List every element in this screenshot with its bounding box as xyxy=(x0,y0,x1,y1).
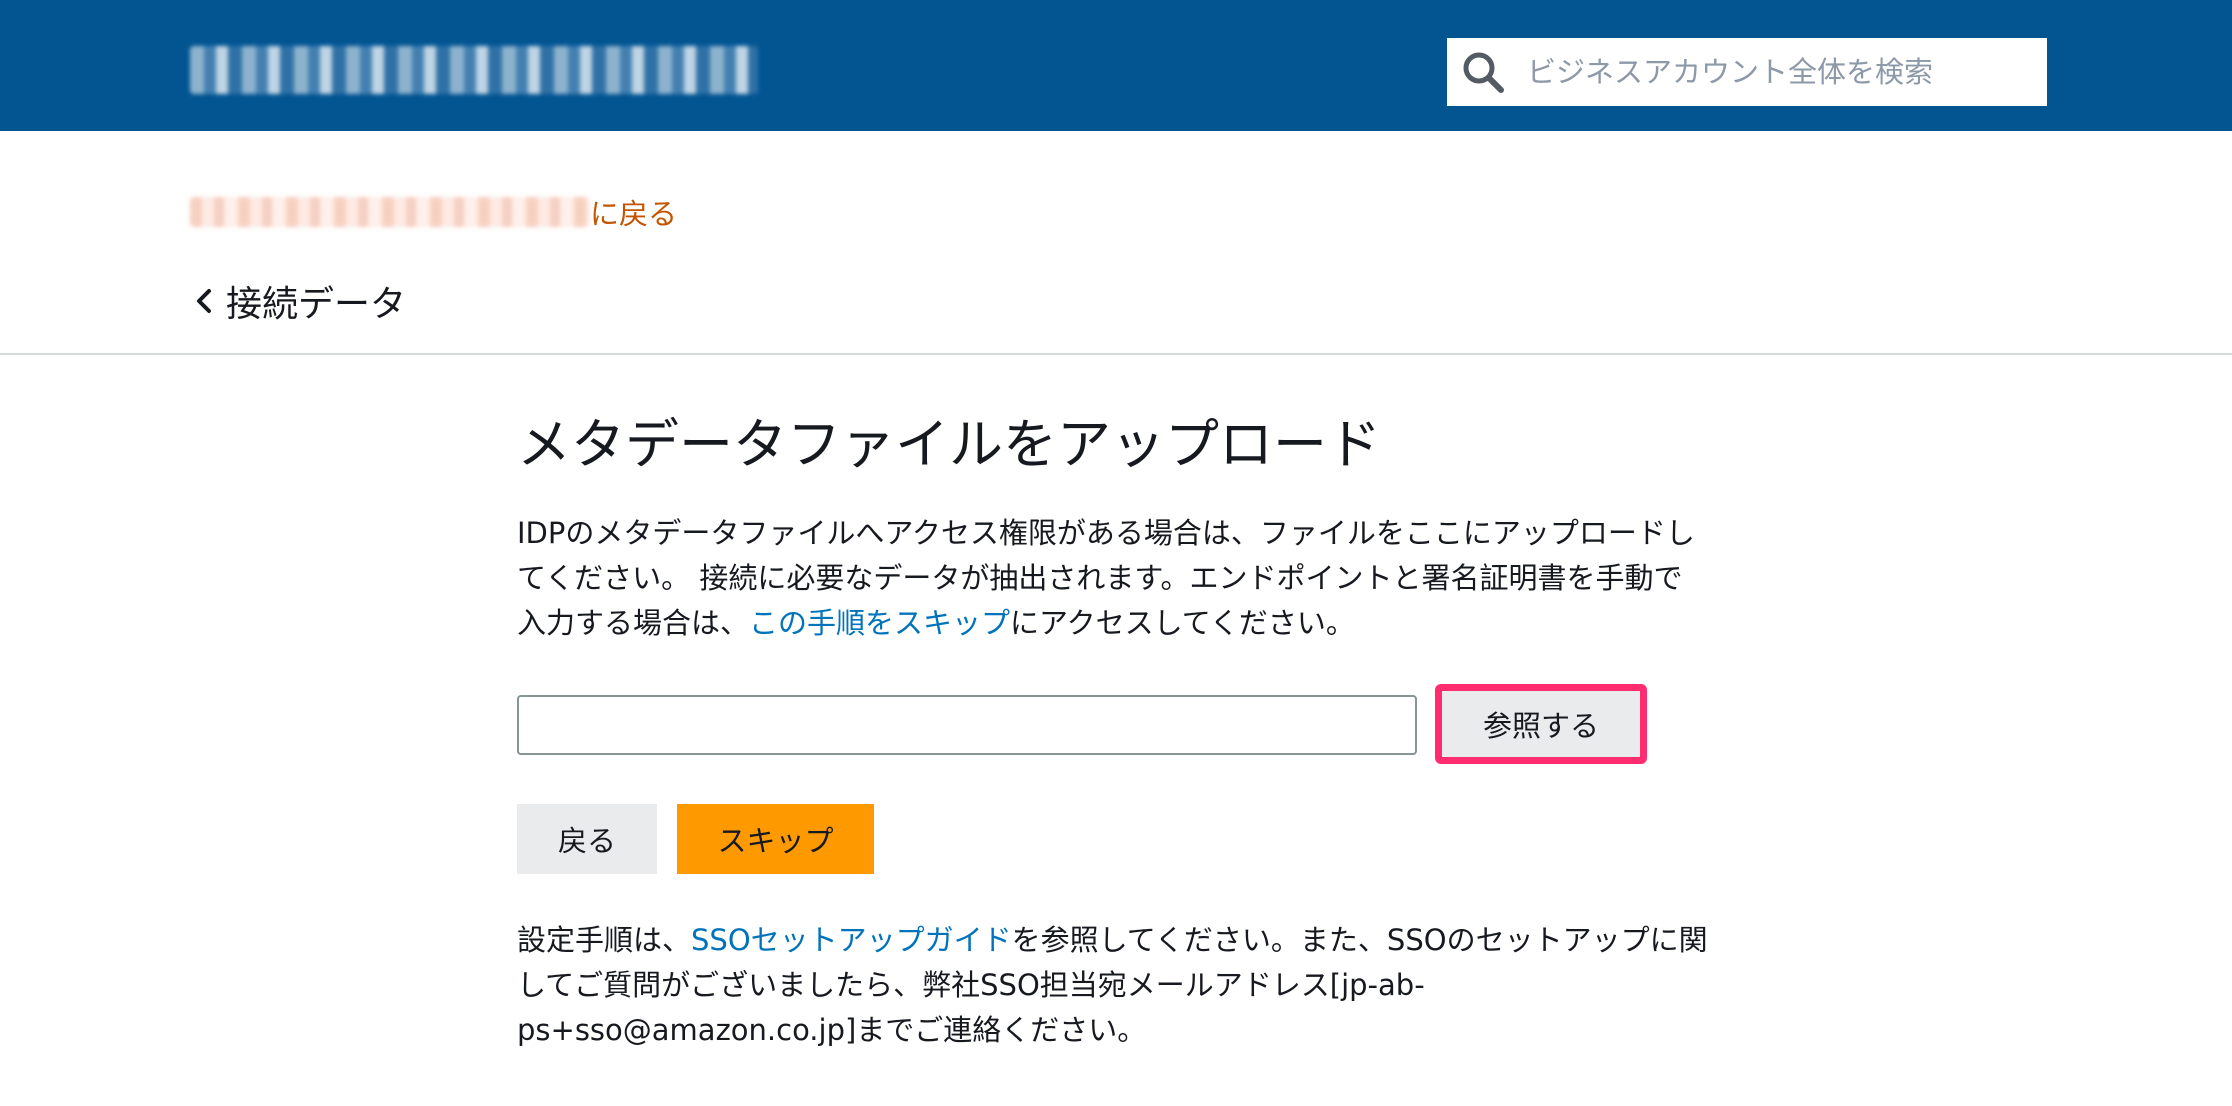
help-text: 設定手順は、SSOセットアップガイドを参照してください。また、SSOのセットアッ… xyxy=(517,918,1717,1053)
search-box[interactable] xyxy=(1447,38,2047,106)
browse-button-highlight: 参照する xyxy=(1435,684,1647,764)
action-row: 戻る スキップ xyxy=(517,804,1707,874)
chevron-left-icon xyxy=(197,289,211,313)
search-input[interactable] xyxy=(1527,38,2032,106)
header-divider xyxy=(0,353,2232,355)
intro-text: IDPのメタデータファイルへアクセス権限がある場合は、ファイルをここにアップロー… xyxy=(517,511,1707,646)
blurred-back-link-name xyxy=(190,197,590,227)
skip-step-link[interactable]: この手順をスキップ xyxy=(749,606,1010,640)
back-link-suffix[interactable]: に戻る xyxy=(590,191,677,233)
breadcrumb-label[interactable]: 接続データ xyxy=(226,275,406,327)
upload-row: 参照する xyxy=(517,684,1707,770)
breadcrumb[interactable]: 接続データ xyxy=(190,276,406,326)
search-icon xyxy=(1463,52,1504,93)
back-button[interactable]: 戻る xyxy=(517,804,657,874)
intro-text-part2: にアクセスしてください。 xyxy=(1010,606,1355,640)
browse-button[interactable]: 参照する xyxy=(1442,691,1640,757)
page-title: メタデータファイルをアップロード xyxy=(517,413,1381,476)
main-content: メタデータファイルをアップロード IDPのメタデータファイルへアクセス権限がある… xyxy=(517,405,1708,1053)
blurred-account-name xyxy=(190,46,758,94)
sso-setup-guide-link[interactable]: SSOセットアップガイド xyxy=(691,923,1012,957)
help-text-part1: 設定手順は、 xyxy=(517,923,692,957)
back-link[interactable]: に戻る xyxy=(190,190,677,234)
file-path-field[interactable] xyxy=(517,695,1417,755)
top-header xyxy=(0,0,2232,131)
skip-button[interactable]: スキップ xyxy=(677,804,874,874)
